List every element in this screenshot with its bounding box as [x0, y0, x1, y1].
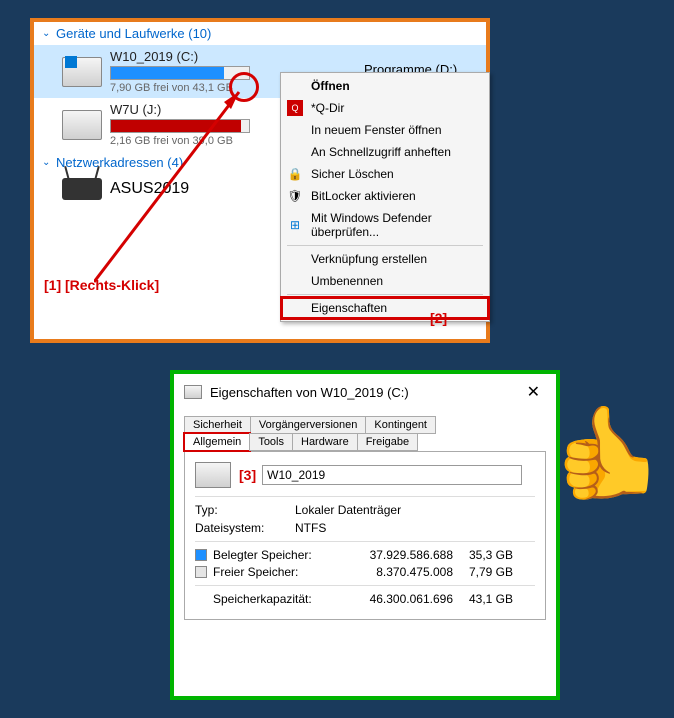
menu-separator: [287, 245, 483, 246]
tab-hardware[interactable]: Hardware: [292, 433, 358, 451]
drive-label: W10_2019 (C:): [110, 49, 250, 64]
used-label: Belegter Speicher:: [213, 548, 343, 562]
annotation-3: [3]: [239, 467, 256, 483]
type-value: Lokaler Datenträger: [295, 503, 401, 517]
menu-defender[interactable]: ⊞Mit Windows Defender überprüfen...: [281, 207, 489, 243]
menu-rename[interactable]: Umbenennen: [281, 270, 489, 292]
tab-vorgaenger[interactable]: Vorgängerversionen: [250, 416, 366, 434]
tabs-row-1: Sicherheit Vorgängerversionen Kontingent: [184, 416, 546, 434]
fs-label: Dateisystem:: [195, 521, 295, 535]
free-gb: 7,79 GB: [453, 565, 513, 579]
cap-gb: 43,1 GB: [453, 592, 513, 606]
menu-separator: [287, 294, 483, 295]
free-bytes: 8.370.475.008: [343, 565, 453, 579]
menu-secure-delete[interactable]: 🔒Sicher Löschen: [281, 163, 489, 185]
capacity-bar: [110, 66, 250, 80]
used-bytes: 37.929.586.688: [343, 548, 453, 562]
cap-bytes: 46.300.061.696: [343, 592, 453, 606]
menu-bitlocker[interactable]: 🛡BitLocker aktivieren: [281, 185, 489, 207]
used-gb: 35,3 GB: [453, 548, 513, 562]
dialog-titlebar: Eigenschaften von W10_2019 (C:) ✕: [174, 374, 556, 410]
free-label: Freier Speicher:: [213, 565, 343, 579]
type-label: Typ:: [195, 503, 295, 517]
dialog-title: Eigenschaften von W10_2019 (C:): [210, 385, 409, 400]
menu-shortcut[interactable]: Verknüpfung erstellen: [281, 248, 489, 270]
tab-kontingent[interactable]: Kontingent: [365, 416, 436, 434]
thumbs-up-icon: 👍: [552, 400, 664, 505]
cap-label: Speicherkapazität:: [213, 592, 343, 606]
chevron-down-icon: ⌄: [42, 157, 52, 168]
properties-body: [3] Typ:Lokaler Datenträger Dateisystem:…: [184, 451, 546, 620]
menu-new-window[interactable]: In neuem Fenster öffnen: [281, 119, 489, 141]
secure-delete-icon: 🔒: [287, 166, 303, 182]
menu-qdir[interactable]: Q*Q-Dir: [281, 97, 489, 119]
annotation-arrow: [94, 82, 254, 292]
drive-name-input[interactable]: [262, 465, 522, 485]
tab-allgemein[interactable]: Allgemein: [184, 433, 250, 451]
defender-icon: ⊞: [287, 217, 303, 233]
tab-tools[interactable]: Tools: [249, 433, 293, 451]
drive-icon: [195, 462, 231, 488]
close-button[interactable]: ✕: [521, 382, 546, 402]
section-devices-drives[interactable]: ⌄ Geräte und Laufwerke (10): [34, 22, 486, 45]
qdir-icon: Q: [287, 100, 303, 116]
tab-freigabe[interactable]: Freigabe: [357, 433, 418, 451]
menu-pin-quick[interactable]: An Schnellzugriff anheften: [281, 141, 489, 163]
annotation-2: [2]: [430, 310, 447, 326]
menu-open[interactable]: Öffnen: [281, 75, 489, 97]
properties-dialog: Eigenschaften von W10_2019 (C:) ✕ Sicher…: [170, 370, 560, 700]
chevron-down-icon: ⌄: [42, 28, 52, 39]
drive-icon-small: [184, 385, 202, 399]
fs-value: NTFS: [295, 521, 326, 535]
menu-properties[interactable]: Eigenschaften: [281, 297, 489, 319]
tab-sicherheit[interactable]: Sicherheit: [184, 416, 251, 434]
section-label: Geräte und Laufwerke (10): [56, 26, 211, 41]
context-menu: Öffnen Q*Q-Dir In neuem Fenster öffnen A…: [280, 72, 490, 322]
bitlocker-icon: 🛡: [287, 188, 303, 204]
free-color-icon: [195, 566, 207, 578]
used-color-icon: [195, 549, 207, 561]
tabs-row-2: Allgemein Tools Hardware Freigabe: [184, 433, 546, 451]
annotation-1: [1] [Rechts-Klick]: [44, 277, 159, 293]
